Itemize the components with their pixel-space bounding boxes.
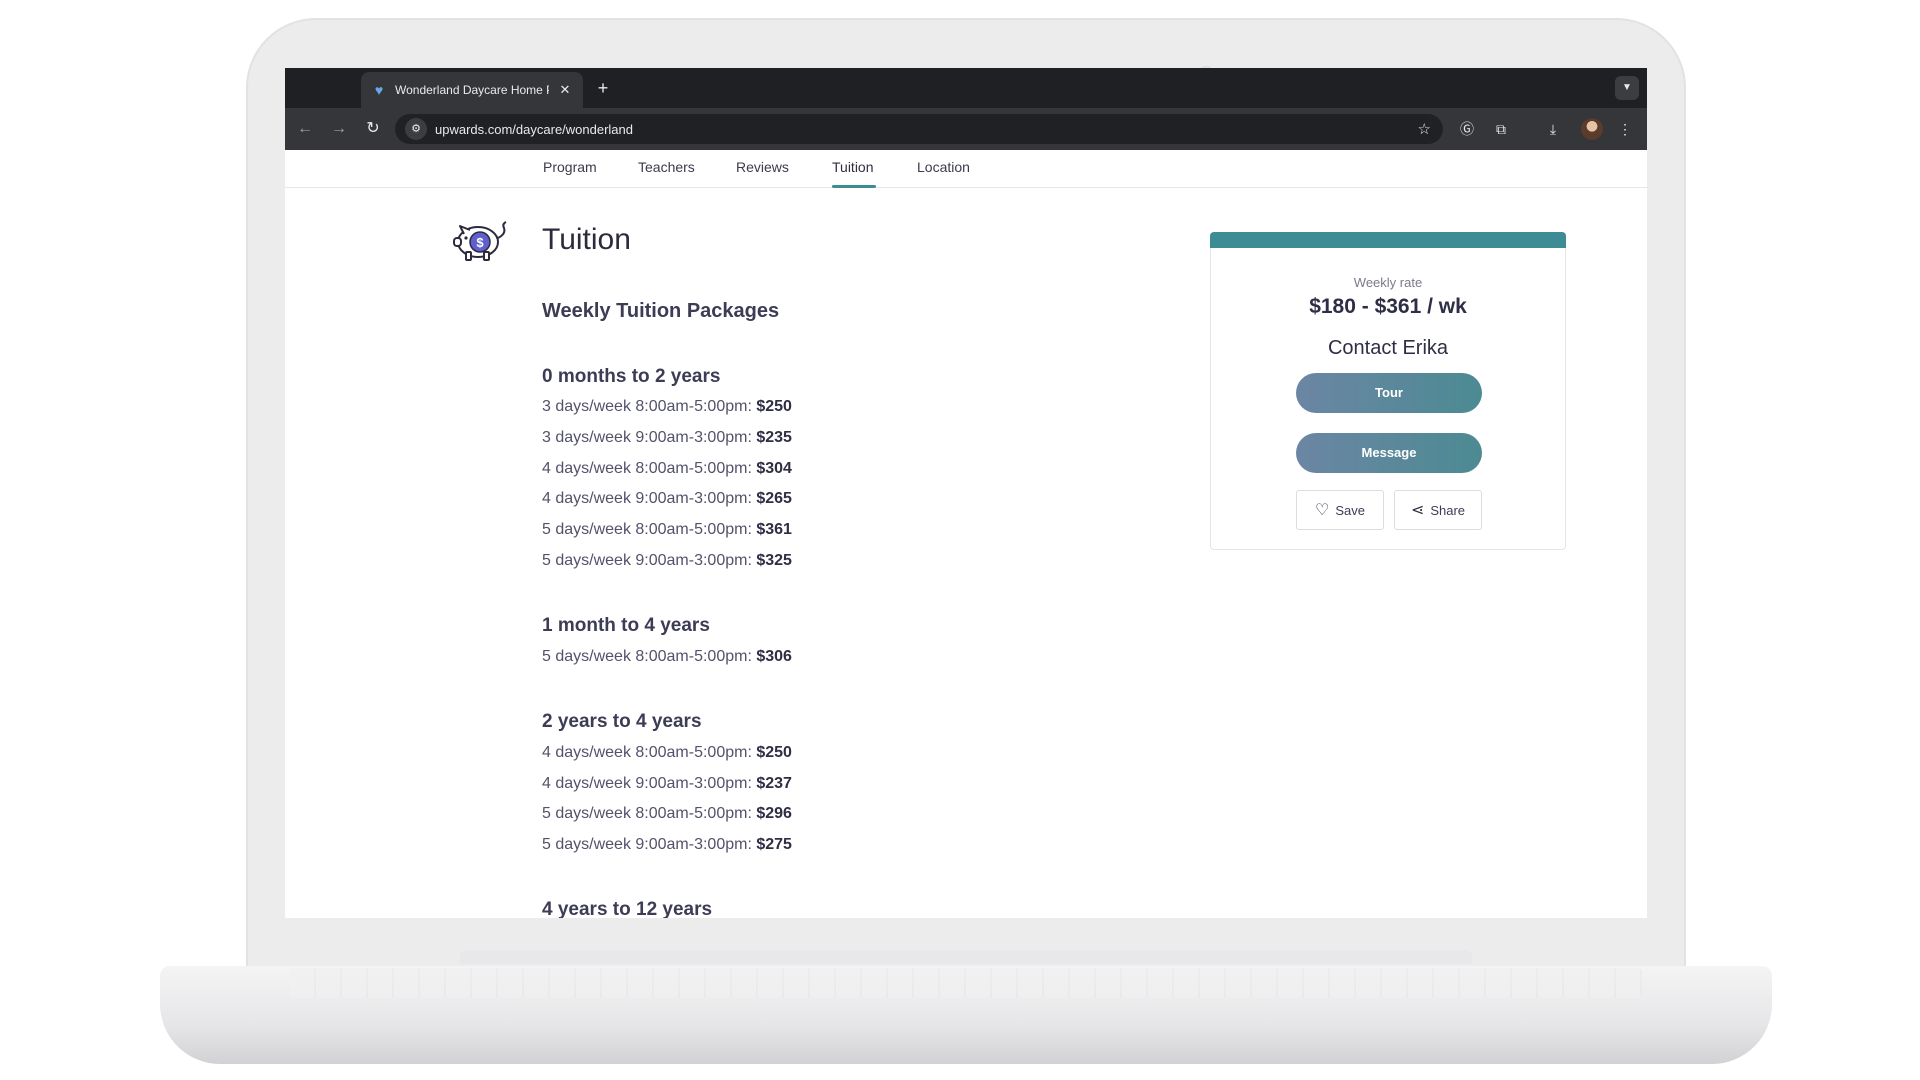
extensions-puzzle-icon[interactable]: ⧉ [1489, 117, 1513, 141]
age-group-title: 4 years to 12 years [542, 899, 713, 918]
list-item: 5 days/week 9:00am-3:00pm: $325 [542, 552, 792, 570]
contact-heading: Contact Erika [1327, 337, 1449, 359]
package-price: $325 [756, 552, 792, 569]
package-price: $250 [756, 744, 792, 761]
piggy-bank-icon: $ [453, 221, 507, 261]
url-text[interactable]: upwards.com/daycare/wonderland [435, 122, 1418, 137]
tab-title: Wonderland Daycare Home P [395, 83, 549, 97]
message-button[interactable]: Message [1296, 433, 1482, 473]
grammarly-extension-icon[interactable]: Ⓖ [1455, 117, 1479, 141]
package-price: $250 [756, 398, 792, 415]
svg-text:$: $ [476, 235, 484, 250]
save-label: Save [1335, 502, 1365, 518]
list-item: 5 days/week 8:00am-5:00pm: $306 [542, 648, 792, 666]
new-tab-icon[interactable]: + [591, 76, 615, 100]
nav-teachers[interactable]: Teachers [638, 159, 695, 175]
card-accent-bar [1210, 232, 1566, 248]
address-bar[interactable]: ⚙ upwards.com/daycare/wonderland ☆ [395, 114, 1443, 144]
list-item: 4 days/week 9:00am-3:00pm: $265 [542, 490, 792, 508]
package-label: 3 days/week 9:00am-3:00pm: [542, 429, 752, 446]
package-price: $265 [756, 490, 792, 507]
tab-search-chevron-icon[interactable]: ▼ [1615, 76, 1639, 100]
list-item: 4 days/week 9:00am-3:00pm: $237 [542, 775, 792, 793]
browser-toolbar: ← → ↻ ⚙ upwards.com/daycare/wonderland ☆… [285, 108, 1647, 150]
contact-card: Weekly rate $180 - $361 / wk Contact Eri… [1210, 232, 1566, 550]
package-label: 3 days/week 8:00am-5:00pm: [542, 398, 752, 415]
share-button[interactable]: ⋖ Share [1394, 490, 1482, 530]
share-icon: ⋖ [1410, 502, 1425, 519]
package-label: 4 days/week 9:00am-3:00pm: [542, 490, 752, 507]
screen: ♥ Wonderland Daycare Home P ✕ + ▼ ← → ↻ … [285, 68, 1647, 918]
nav-reviews[interactable]: Reviews [736, 159, 789, 175]
laptop-hinge [460, 950, 1472, 964]
close-tab-icon[interactable]: ✕ [557, 82, 573, 98]
page-section-nav: Program Teachers Reviews Tuition Locatio… [285, 150, 1647, 188]
package-label: 5 days/week 9:00am-3:00pm: [542, 836, 752, 853]
package-price: $235 [756, 429, 792, 446]
list-item: 3 days/week 8:00am-5:00pm: $250 [542, 398, 792, 416]
bookmark-star-icon[interactable]: ☆ [1418, 120, 1431, 138]
weekly-rate-label: Weekly rate [1353, 275, 1423, 290]
active-tab-underline [832, 185, 876, 188]
weekly-rate-value: $180 - $361 / wk [1309, 295, 1467, 318]
more-menu-icon[interactable]: ⋮ [1613, 117, 1637, 141]
browser-tab[interactable]: ♥ Wonderland Daycare Home P ✕ [361, 72, 583, 108]
profile-avatar[interactable] [1581, 118, 1603, 140]
package-label: 5 days/week 8:00am-5:00pm: [542, 648, 752, 665]
nav-tuition[interactable]: Tuition [832, 159, 874, 175]
package-label: 4 days/week 9:00am-3:00pm: [542, 775, 752, 792]
tour-button[interactable]: Tour [1296, 373, 1482, 413]
laptop-keyboard [290, 968, 1642, 998]
package-label: 5 days/week 9:00am-3:00pm: [542, 552, 752, 569]
list-item: 3 days/week 9:00am-3:00pm: $235 [542, 429, 792, 447]
package-label: 5 days/week 8:00am-5:00pm: [542, 805, 752, 822]
list-item: 4 days/week 8:00am-5:00pm: $304 [542, 460, 792, 478]
list-item: 5 days/week 9:00am-3:00pm: $275 [542, 836, 792, 854]
package-price: $275 [756, 836, 792, 853]
package-price: $361 [756, 521, 792, 538]
age-group-title: 1 month to 4 years [542, 615, 710, 636]
package-label: 5 days/week 8:00am-5:00pm: [542, 521, 752, 538]
list-item: 5 days/week 8:00am-5:00pm: $296 [542, 805, 792, 823]
site-info-icon[interactable]: ⚙ [405, 118, 427, 140]
package-price: $237 [756, 775, 792, 792]
back-arrow-icon[interactable]: ← [293, 117, 317, 141]
page-title: Tuition [542, 223, 631, 256]
age-group-title: 0 months to 2 years [542, 366, 721, 387]
package-label: 4 days/week 8:00am-5:00pm: [542, 744, 752, 761]
forward-arrow-icon[interactable]: → [327, 117, 351, 141]
age-group-title: 2 years to 4 years [542, 711, 702, 732]
list-item: 5 days/week 8:00am-5:00pm: $361 [542, 521, 792, 539]
nav-program[interactable]: Program [543, 159, 597, 175]
packages-heading: Weekly Tuition Packages [542, 300, 780, 322]
package-price: $296 [756, 805, 792, 822]
browser-tabbar: ♥ Wonderland Daycare Home P ✕ + ▼ [285, 68, 1647, 108]
nav-location[interactable]: Location [917, 159, 970, 175]
reload-icon[interactable]: ↻ [361, 117, 385, 141]
list-item: 4 days/week 8:00am-5:00pm: $250 [542, 744, 792, 762]
site-favicon-icon: ♥ [374, 82, 384, 98]
save-button[interactable]: ♡ Save [1296, 490, 1384, 530]
package-price: $304 [756, 460, 792, 477]
share-label: Share [1430, 502, 1466, 518]
heart-icon: ♡ [1315, 502, 1330, 519]
package-price: $306 [756, 648, 792, 665]
package-label: 4 days/week 8:00am-5:00pm: [542, 460, 752, 477]
download-icon[interactable]: ⤓ [1541, 117, 1565, 141]
